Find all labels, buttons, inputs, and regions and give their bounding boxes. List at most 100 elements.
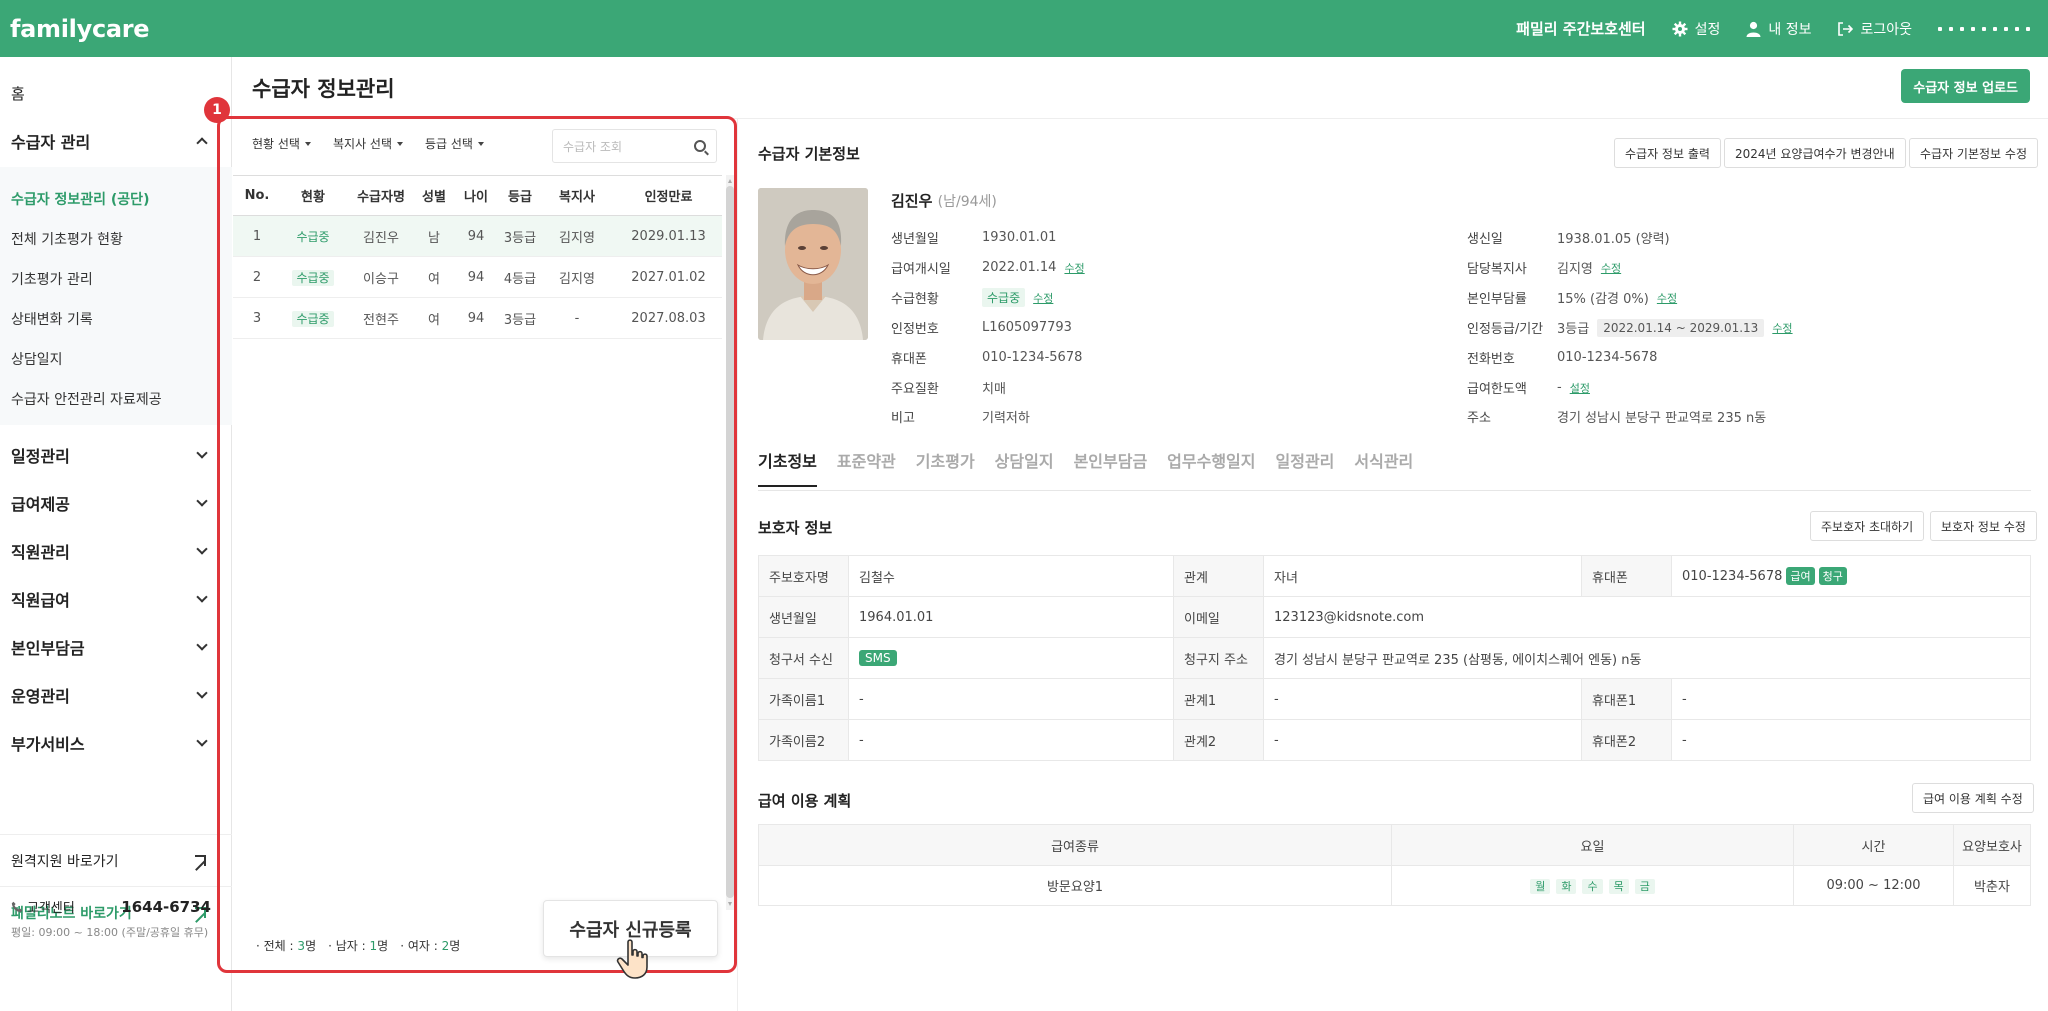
sidebar-section-addon[interactable]: 부가서비스 [0, 719, 232, 767]
remote-support-link[interactable]: 원격지원 바로가기 [0, 834, 232, 886]
info-value: 2022.01.14 [982, 260, 1057, 275]
table-header: 급여종류 요일 시간 요양보호사 [758, 824, 2031, 866]
fee-notice-button[interactable]: 2024년 요양급여수가 변경안내 [1724, 138, 1906, 168]
tab-forms[interactable]: 서식관리 [1354, 448, 1413, 487]
sidebar-section-benefit[interactable]: 급여제공 [0, 479, 232, 527]
worker-filter[interactable]: 복지사 선택 [333, 135, 403, 152]
logo[interactable]: familycare [10, 15, 150, 43]
cell-value: 자녀 [1263, 555, 1582, 597]
guardian-table: 주보호자명 김철수 관계 자녀 휴대폰 010-1234-5678 급여 청구 생년… [758, 555, 2031, 761]
table-row[interactable]: 3 수급중 전현주 여 94 3등급 - 2027.08.03 [233, 298, 722, 339]
info-label: 주요질환 [891, 382, 939, 397]
column-header: 등급 [508, 190, 532, 205]
info-label: 급여한도액 [1467, 382, 1527, 397]
tab-terms[interactable]: 표준약관 [837, 448, 896, 487]
sidebar-section-operations[interactable]: 운영관리 [0, 671, 232, 719]
plan-table: 급여종류 요일 시간 요양보호사 방문요양1 월화수목금 09:00 ~ 12:… [758, 824, 2031, 906]
cell-value: - [1263, 678, 1582, 720]
edit-link[interactable]: 수정 [1772, 320, 1792, 336]
cell-value: SMS [848, 637, 1174, 679]
tab-consult-log[interactable]: 상담일지 [995, 448, 1054, 487]
sidebar: 홈 수급자 관리 수급자 정보관리 (공단) 전체 기초평가 현황 기초평가 관… [0, 57, 232, 1011]
search-icon[interactable] [694, 140, 706, 152]
tab-assessment[interactable]: 기초평가 [916, 448, 975, 487]
sidebar-section-label: 직원관리 [11, 543, 70, 562]
edit-link[interactable]: 수정 [1601, 260, 1621, 276]
setting-link[interactable]: 설정 [1570, 380, 1590, 396]
column-header: 성별 [422, 190, 446, 205]
scrollbar-thumb[interactable] [726, 186, 734, 898]
search-input[interactable]: 수급자 조회 [552, 129, 717, 163]
chevron-down-icon [196, 543, 208, 555]
sidebar-section-staff[interactable]: 직원관리 [0, 527, 232, 575]
info-value: - [1557, 380, 1562, 395]
sidebar-item-recipient-info[interactable]: 수급자 정보관리 (공단) [11, 189, 149, 209]
info-label: 수급현황 [891, 292, 939, 307]
print-info-button[interactable]: 수급자 정보 출력 [1614, 138, 1721, 168]
cs-hours: 평일: 09:00 ~ 18:00 (주말/공휴일 휴무) [11, 926, 209, 939]
tab-schedule[interactable]: 일정관리 [1276, 448, 1335, 487]
sidebar-section-label: 운영관리 [11, 687, 70, 706]
sidebar-section-copay[interactable]: 본인부담금 [0, 623, 232, 671]
table-row[interactable]: 2 수급중 이승구 여 94 4등급 김지영 2027.01.02 [233, 257, 722, 298]
edit-basic-info-button[interactable]: 수급자 기본정보 수정 [1909, 138, 2038, 168]
cell: 2027.08.03 [631, 310, 706, 326]
my-info-link[interactable]: 내 정보 [1746, 19, 1811, 39]
edit-link[interactable]: 수정 [1064, 260, 1084, 276]
settings-link[interactable]: 설정 [1672, 19, 1720, 39]
sidebar-item-status-change[interactable]: 상태변화 기록 [11, 309, 93, 329]
caret-down-icon [477, 141, 484, 146]
status-cell: 수급중 [281, 310, 345, 327]
grade-filter[interactable]: 등급 선택 [425, 135, 484, 152]
status-cell: 수급중 [281, 269, 345, 286]
cell-label: 관계 [1173, 555, 1264, 597]
edit-link[interactable]: 수정 [1033, 290, 1053, 306]
sidebar-item-safety-data[interactable]: 수급자 안전관리 자료제공 [11, 389, 162, 409]
upload-button[interactable]: 수급자 정보 업로드 [1901, 69, 2030, 103]
table-row[interactable]: 1 수급중 김진우 남 94 3등급 김지영 2029.01.13 [233, 216, 722, 257]
info-value: 010-1234-5678 [982, 350, 1083, 365]
edit-plan-button[interactable]: 급여 이용 계획 수정 [1912, 783, 2034, 813]
app-grid-icon[interactable] [1938, 26, 2030, 31]
status-filter[interactable]: 현황 선택 [252, 135, 311, 152]
sidebar-section-label: 급여제공 [11, 495, 70, 514]
table-row: 생년월일 1964.01.01 이메일 123123@kidsnote.com [758, 596, 2031, 638]
cell: 94 [467, 310, 485, 326]
logout-link[interactable]: 로그아웃 [1837, 19, 1912, 39]
edit-link[interactable]: 수정 [1657, 290, 1677, 306]
sidebar-section-schedule[interactable]: 일정관리 [0, 431, 232, 479]
tab-basic-info[interactable]: 기초정보 [758, 448, 817, 487]
filter-bar: 현황 선택 복지사 선택 등급 선택 [252, 135, 484, 152]
cell-label: 이메일 [1173, 596, 1264, 638]
basic-info-title: 수급자 기본정보 [758, 145, 860, 163]
invite-guardian-button[interactable]: 주보호자 초대하기 [1810, 511, 1925, 541]
cell-value: 123123@kidsnote.com [1263, 596, 2031, 638]
sidebar-item-assessment-mgmt[interactable]: 기초평가 관리 [11, 269, 93, 289]
filter-label: 등급 선택 [425, 137, 473, 151]
count-male-label: 남자 : [335, 939, 366, 953]
info-value: 경기 성남시 분당구 판교역로 235 n동 [1557, 411, 1767, 426]
edit-guardian-button[interactable]: 보호자 정보 수정 [1930, 511, 2037, 541]
table-row: 주보호자명 김철수 관계 자녀 휴대폰 010-1234-5678 급여 청구 [758, 555, 2031, 597]
sidebar-item-assessment-status[interactable]: 전체 기초평가 현황 [11, 229, 123, 249]
sidebar-section-payroll[interactable]: 직원급여 [0, 575, 232, 623]
sidebar-item-consult-log[interactable]: 상담일지 [11, 349, 63, 369]
status-badge: 수급중 [296, 229, 330, 244]
panel-divider [737, 118, 738, 1011]
cell-label: 생년월일 [758, 596, 849, 638]
tab-copay[interactable]: 본인부담금 [1074, 448, 1148, 487]
info-birth: 생년월일 1930.01.01 [891, 228, 1056, 247]
table-row: 청구서 수신 SMS 청구지 주소 경기 성남시 분당구 판교역로 235 (삼… [758, 637, 2031, 679]
info-label: 생신일 [1467, 232, 1503, 247]
cell-label: 청구서 수신 [758, 637, 849, 679]
count-female-label: 여자 : [407, 939, 438, 953]
gear-icon [1672, 21, 1688, 36]
user-icon [1746, 21, 1761, 37]
tab-work-log[interactable]: 업무수행일지 [1167, 448, 1255, 487]
sms-badge: SMS [859, 650, 897, 666]
sidebar-item-home[interactable]: 홈 [11, 83, 25, 104]
table-row: 가족이름1 - 관계1 - 휴대폰1 - [758, 678, 2031, 720]
count-unit: 명 [305, 939, 317, 953]
info-disease: 주요질환 치매 [891, 378, 1006, 397]
sidebar-section-recipient[interactable]: 수급자 관리 [0, 117, 232, 165]
